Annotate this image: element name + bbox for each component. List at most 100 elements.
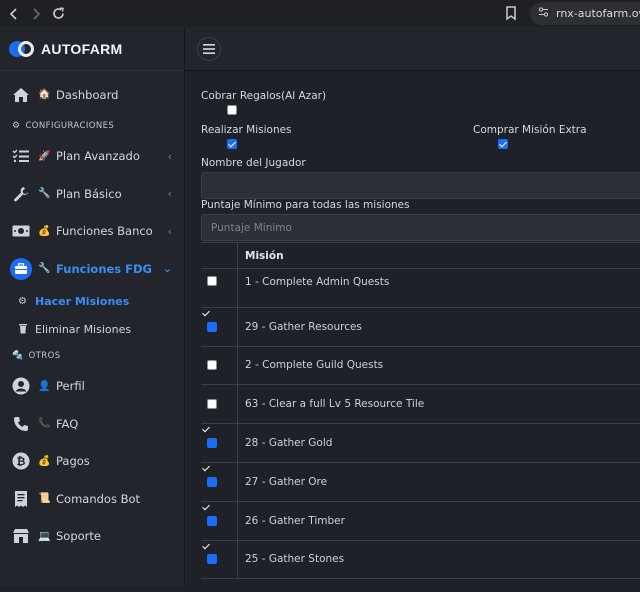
- section-label: OTROS: [28, 350, 61, 361]
- row-checkbox[interactable]: [207, 476, 217, 487]
- bitcoin-icon: ₿: [10, 450, 32, 472]
- gear-icon: ⚙: [12, 120, 21, 131]
- hamburger-menu-icon[interactable]: [197, 37, 221, 61]
- row-checkbox[interactable]: [207, 360, 217, 371]
- sidebar-item-label: Pagos: [56, 454, 90, 469]
- sidebar-item-pagos[interactable]: ₿ 💰 Pagos: [0, 443, 184, 481]
- cobrar-regalos-checkbox[interactable]: [227, 105, 237, 115]
- row-checkbox[interactable]: [207, 438, 217, 449]
- puntaje-minimo-label: Puntaje Mínimo para todas las misiones: [201, 199, 410, 211]
- home-icon: [10, 84, 32, 106]
- row-label: 1 - Complete Admin Quests: [245, 276, 390, 288]
- row-label: 28 - Gather Gold: [245, 437, 333, 450]
- row-checkbox[interactable]: [207, 399, 217, 410]
- phone-icon: [10, 413, 32, 435]
- main-content: Cobrar Regalos(Al Azar) Realizar Misione…: [185, 71, 640, 586]
- rocket-emoji-icon: 🚀: [38, 150, 51, 162]
- sidebar-item-label: Dashboard: [56, 87, 119, 102]
- sidebar-item-label: Funciones Banco: [56, 224, 153, 239]
- sidebar-item-funciones-fdg[interactable]: 🔧 Funciones FDG ⌄: [0, 250, 184, 288]
- sidebar-subitem-eliminar-misiones[interactable]: Eliminar Misiones: [0, 316, 184, 344]
- chevron-left-icon: ‹: [167, 149, 172, 163]
- money-bill-icon: [10, 220, 32, 242]
- comprar-mision-extra-checkbox[interactable]: [498, 139, 508, 149]
- sidebar-item-soporte[interactable]: 💻 Soporte: [0, 518, 184, 556]
- table-header-select: [201, 243, 238, 268]
- table-row: 2 - Complete Guild Quests: [201, 346, 640, 386]
- table-row: 1 - Complete Admin Quests: [201, 269, 640, 308]
- wrench-emoji-icon: 🔧: [38, 188, 51, 200]
- sidebar-item-perfil[interactable]: 👤 Perfil: [0, 368, 184, 406]
- sidebar-item-label: Perfil: [56, 379, 85, 394]
- row-select-cell: [201, 269, 238, 307]
- url-text: rnx-autofarm.ovh/: [556, 7, 640, 20]
- realizar-misiones-checkbox[interactable]: [227, 139, 237, 149]
- back-icon[interactable]: [3, 0, 25, 27]
- row-select-cell: [201, 501, 238, 540]
- nombre-jugador-input[interactable]: [201, 172, 640, 199]
- toolbox-icon: [10, 257, 32, 280]
- table-row: 25 - Gather Stones: [201, 540, 640, 580]
- gear-icon: ⚙: [18, 296, 27, 307]
- phone-emoji-icon: 📞: [38, 418, 51, 430]
- row-checkbox[interactable]: [207, 515, 217, 526]
- chevron-left-icon: ‹: [167, 187, 172, 200]
- sidebar-item-funciones-banco[interactable]: 💰 Funciones Banco ‹: [0, 213, 184, 251]
- brand[interactable]: AUTOFARM: [0, 27, 184, 71]
- bookmark-icon[interactable]: [505, 6, 519, 21]
- row-select-cell: [201, 307, 238, 346]
- scroll-emoji-icon: 📜: [38, 493, 51, 505]
- sidebar-subitem-label: Hacer Misiones: [35, 295, 130, 308]
- row-checkbox[interactable]: [207, 554, 217, 565]
- brand-logo-icon: [9, 40, 35, 58]
- puntaje-minimo-input[interactable]: Puntaje Minimo: [201, 214, 640, 241]
- address-bar[interactable]: rnx-autofarm.ovh/: [530, 2, 640, 25]
- store-icon: [10, 525, 32, 547]
- row-select-cell: [201, 424, 238, 462]
- svg-text:₿: ₿: [17, 455, 26, 468]
- sidebar-item-label: Plan Básico: [56, 186, 122, 201]
- computer-emoji-icon: 💻: [38, 530, 51, 542]
- sidebar-item-plan-basico[interactable]: 🔧 Plan Básico ‹: [0, 175, 184, 213]
- row-select-cell: [201, 385, 238, 424]
- section-label: CONFIGURACIONES: [25, 120, 115, 131]
- list-check-icon: [10, 145, 32, 167]
- sidebar-item-label: Funciones FDG: [56, 261, 152, 276]
- chevron-left-icon: ‹: [167, 224, 172, 238]
- reload-icon[interactable]: [47, 0, 69, 27]
- table-header: Misión: [201, 243, 640, 269]
- table-row: 63 - Clear a full Lv 5 Resource Tile: [201, 385, 640, 425]
- brand-name: AUTOFARM: [41, 40, 123, 57]
- row-label: 2 - Complete Guild Quests: [245, 359, 384, 372]
- sidebar-item-label: FAQ: [56, 416, 79, 431]
- table-row: 28 - Gather Gold: [201, 424, 640, 463]
- sidebar-item-plan-avanzado[interactable]: 🚀 Plan Avanzado ‹: [0, 138, 184, 176]
- money-bag-emoji-icon: 💰: [38, 225, 51, 237]
- row-select-cell: [201, 346, 238, 385]
- chevron-down-icon: ⌄: [162, 262, 172, 275]
- sidebar-item-dashboard[interactable]: 🏠 Dashboard: [0, 76, 184, 114]
- sidebar-item-comandos-bot[interactable]: 📜 Comandos Bot: [0, 480, 184, 518]
- table-row: 26 - Gather Timber: [201, 501, 640, 541]
- section-configuraciones: ⚙ CONFIGURACIONES: [0, 114, 184, 138]
- site-settings-icon[interactable]: [538, 7, 549, 20]
- row-checkbox[interactable]: [207, 321, 217, 332]
- money-bag-emoji-icon: 💰: [38, 455, 51, 467]
- table-header-mision: Misión: [245, 249, 284, 262]
- sidebar-item-label: Plan Avanzado: [56, 149, 140, 164]
- wrench-emoji-icon: 🔧: [38, 263, 51, 275]
- row-label: 63 - Clear a full Lv 5 Resource Tile: [245, 398, 425, 411]
- section-otros: 🔩 OTROS: [0, 344, 184, 368]
- row-label: 26 - Gather Timber: [245, 514, 345, 527]
- row-checkbox[interactable]: [207, 276, 217, 286]
- table-row: 29 - Gather Resources: [201, 307, 640, 347]
- missions-table: Misión 1 - Complete Admin Quests 29 - Ga…: [201, 242, 640, 592]
- top-navbar: [185, 27, 640, 71]
- row-select-cell: [201, 462, 238, 501]
- sidebar-item-label: Soporte: [56, 529, 101, 544]
- sidebar-item-faq[interactable]: 📞 FAQ: [0, 405, 184, 443]
- browser-toolbar: rnx-autofarm.ovh/: [0, 0, 640, 27]
- cobrar-regalos-label: Cobrar Regalos(Al Azar): [201, 90, 327, 102]
- sidebar-subitem-hacer-misiones[interactable]: ⚙ Hacer Misiones: [0, 288, 184, 316]
- forward-icon[interactable]: [25, 0, 47, 27]
